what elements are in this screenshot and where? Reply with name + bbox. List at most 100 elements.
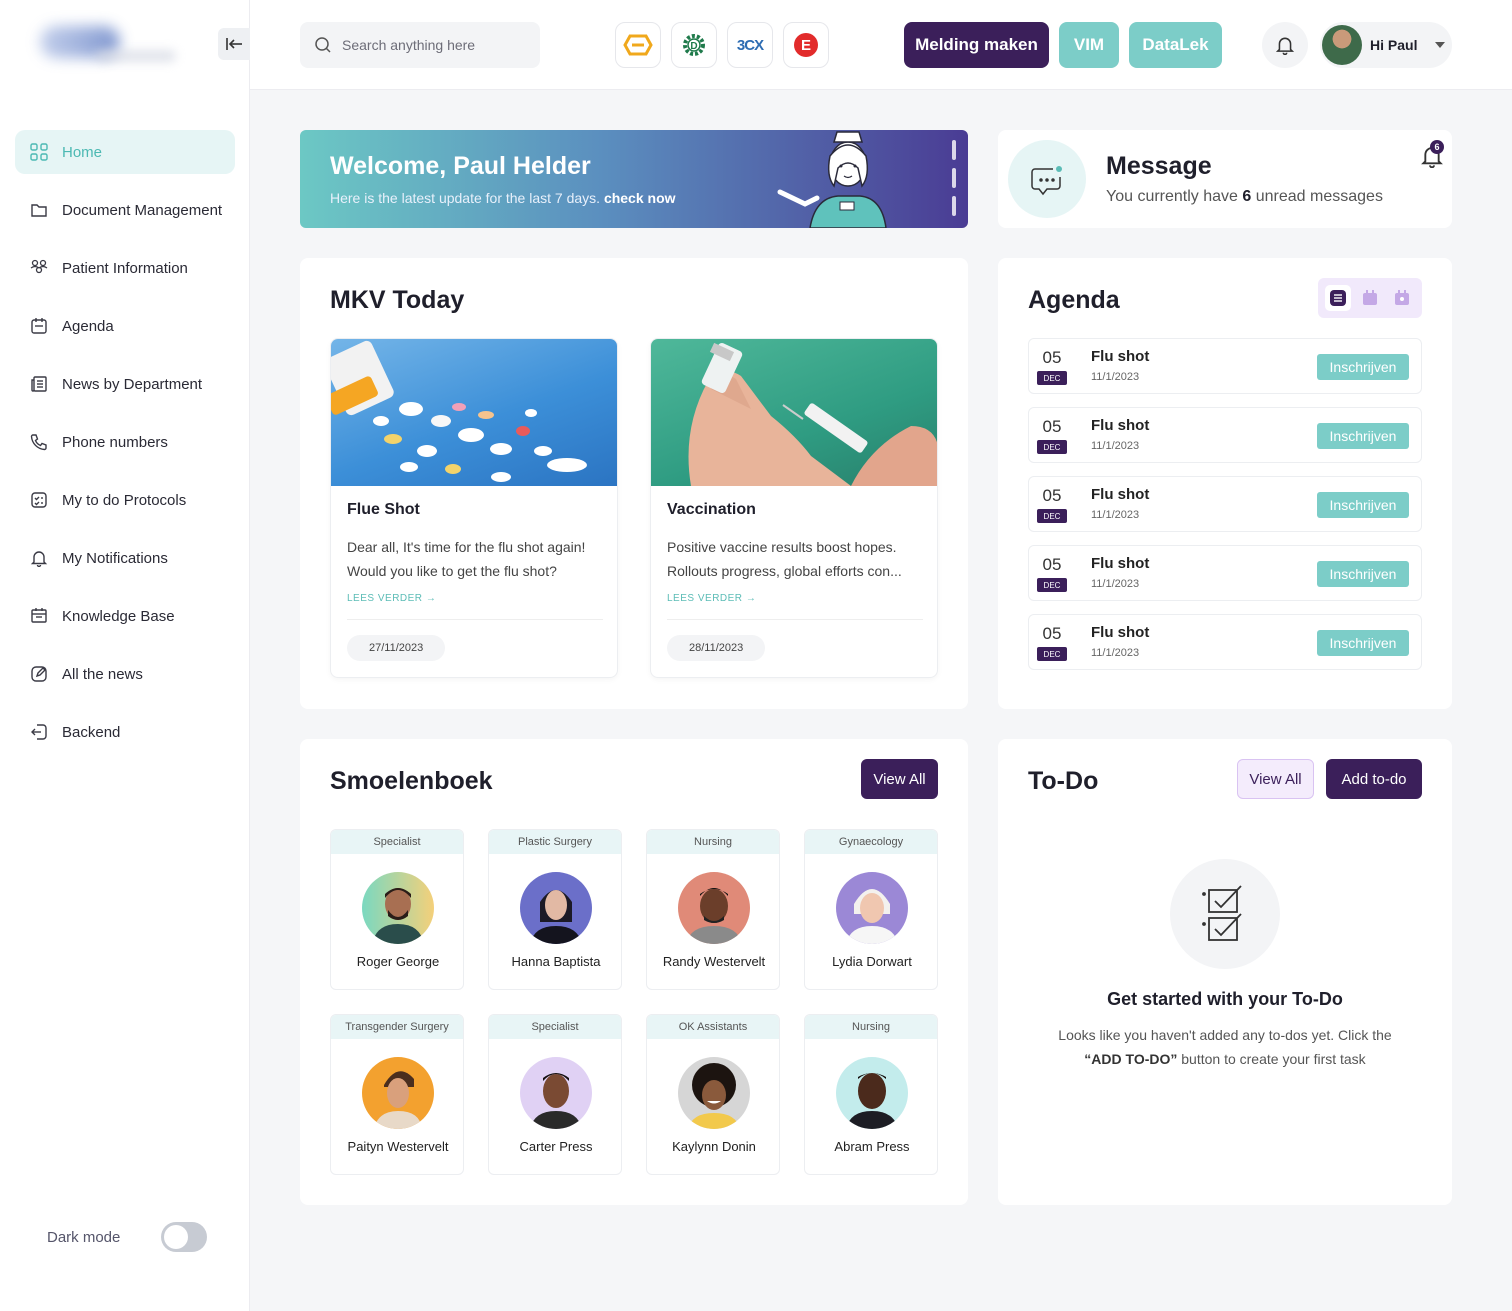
melding-maken-button[interactable]: Melding maken bbox=[904, 22, 1049, 68]
news-card-description: Dear all, It's time for the flu shot aga… bbox=[347, 539, 586, 579]
dark-mode-toggle[interactable] bbox=[161, 1222, 207, 1252]
sidebar-item-label: Knowledge Base bbox=[62, 607, 175, 625]
news-card[interactable]: Vaccination Positive vaccine results boo… bbox=[650, 338, 938, 678]
inschrijven-button[interactable]: Inschrijven bbox=[1317, 423, 1409, 449]
read-more-link[interactable]: LEES VERDER → bbox=[347, 593, 436, 604]
department-label: OK Assistants bbox=[647, 1015, 779, 1039]
e-app-icon[interactable]: E bbox=[783, 22, 829, 68]
avatar bbox=[362, 872, 434, 944]
welcome-banner: Welcome, Paul Helder Here is the latest … bbox=[300, 130, 968, 228]
agenda-event-title: Flu shot bbox=[1091, 486, 1150, 503]
dark-mode-row: Dark mode bbox=[47, 1222, 207, 1252]
agenda-event-title: Flu shot bbox=[1091, 555, 1150, 572]
sidebar-item-label: My to do Protocols bbox=[62, 491, 187, 509]
user-menu[interactable]: Hi Paul bbox=[1320, 22, 1452, 68]
sidebar-item-backend[interactable]: Backend bbox=[15, 710, 235, 754]
3cx-app-icon[interactable]: 3CX bbox=[727, 22, 773, 68]
sidebar: Home Document Management Patient Informa… bbox=[0, 0, 250, 1311]
sidebar-item-label: All the news bbox=[62, 665, 143, 683]
sidebar-item-phone-numbers[interactable]: Phone numbers bbox=[15, 420, 235, 464]
sidebar-item-news-by-department[interactable]: News by Department bbox=[15, 362, 235, 406]
notifications-button[interactable] bbox=[1262, 22, 1308, 68]
day-view-icon[interactable] bbox=[1389, 285, 1415, 311]
search-box[interactable] bbox=[300, 22, 540, 68]
person-card[interactable]: Nursing Abram Press bbox=[804, 1014, 938, 1175]
sidebar-item-document-management[interactable]: Document Management bbox=[15, 188, 235, 232]
inschrijven-button[interactable]: Inschrijven bbox=[1317, 492, 1409, 518]
search-icon bbox=[315, 37, 331, 53]
pills-image bbox=[331, 339, 617, 486]
inschrijven-button[interactable]: Inschrijven bbox=[1317, 630, 1409, 656]
avatar bbox=[836, 872, 908, 944]
datalek-button[interactable]: DataLek bbox=[1129, 22, 1222, 68]
news-card-date: 28/11/2023 bbox=[667, 635, 766, 661]
person-card[interactable]: Specialist Roger George bbox=[330, 829, 464, 990]
agenda-month: DEC bbox=[1037, 647, 1067, 661]
list-view-icon[interactable] bbox=[1325, 285, 1351, 311]
news-card-title: Flue Shot bbox=[347, 501, 420, 518]
read-more-link[interactable]: LEES VERDER → bbox=[667, 593, 756, 604]
logo[interactable] bbox=[36, 20, 176, 70]
d-gear-app-icon[interactable]: D bbox=[671, 22, 717, 68]
news-card[interactable]: Flue Shot Dear all, It's time for the fl… bbox=[330, 338, 618, 678]
agenda-month: DEC bbox=[1037, 440, 1067, 454]
grid-icon bbox=[30, 143, 48, 161]
person-card[interactable]: Nursing Randy Westervelt bbox=[646, 829, 780, 990]
view-all-button[interactable]: View All bbox=[861, 759, 938, 799]
avatar bbox=[678, 1057, 750, 1129]
avatar bbox=[1322, 25, 1362, 65]
todo-title: To-Do bbox=[1028, 767, 1099, 795]
todo-view-all-button[interactable]: View All bbox=[1237, 759, 1314, 799]
avatar bbox=[362, 1057, 434, 1129]
sidebar-item-patient-information[interactable]: Patient Information bbox=[15, 246, 235, 290]
agenda-row: 05 DEC Flu shot 11/1/2023 Inschrijven bbox=[1028, 407, 1422, 463]
person-name: Lydia Dorwart bbox=[832, 954, 912, 969]
person-name: Kaylynn Donin bbox=[672, 1139, 756, 1154]
folder-icon bbox=[30, 201, 48, 219]
avatar bbox=[520, 872, 592, 944]
agenda-day: 05 bbox=[1042, 486, 1062, 505]
agenda-title: Agenda bbox=[1028, 286, 1120, 314]
person-name: Carter Press bbox=[519, 1139, 593, 1154]
sidebar-item-my-to-do-protocols[interactable]: My to do Protocols bbox=[15, 478, 235, 522]
sidebar-item-label: News by Department bbox=[62, 375, 203, 393]
person-card[interactable]: Plastic Surgery Hanna Baptista bbox=[488, 829, 622, 990]
avatar bbox=[520, 1057, 592, 1129]
users-icon bbox=[30, 259, 48, 277]
sidebar-item-my-notifications[interactable]: My Notifications bbox=[15, 536, 235, 580]
month-view-icon[interactable] bbox=[1357, 285, 1383, 311]
check-now-link[interactable]: check now bbox=[604, 190, 676, 206]
agenda-row: 05 DEC Flu shot 11/1/2023 Inschrijven bbox=[1028, 545, 1422, 601]
sidebar-item-home[interactable]: Home bbox=[15, 130, 235, 174]
nurse-illustration bbox=[777, 131, 887, 228]
agenda-event-title: Flu shot bbox=[1091, 348, 1150, 365]
message-card: Message You currently have 6 unread mess… bbox=[998, 130, 1452, 228]
sidebar-item-label: Home bbox=[62, 143, 103, 161]
hexagon-app-icon[interactable] bbox=[615, 22, 661, 68]
vim-button[interactable]: VIM bbox=[1059, 22, 1119, 68]
inschrijven-button[interactable]: Inschrijven bbox=[1317, 354, 1409, 380]
inschrijven-button[interactable]: Inschrijven bbox=[1317, 561, 1409, 587]
agenda-event-date: 11/1/2023 bbox=[1091, 509, 1140, 521]
add-todo-button[interactable]: Add to-do bbox=[1326, 759, 1422, 799]
agenda-day: 05 bbox=[1042, 555, 1062, 574]
agenda-view-switch bbox=[1318, 278, 1422, 318]
person-card[interactable]: Gynaecology Lydia Dorwart bbox=[804, 829, 938, 990]
agenda-month: DEC bbox=[1037, 509, 1067, 523]
sidebar-item-agenda[interactable]: Agenda bbox=[15, 304, 235, 348]
arrow-right-icon: → bbox=[425, 593, 437, 604]
todo-empty-title: Get started with your To-Do bbox=[1107, 989, 1343, 1009]
collapse-sidebar-icon[interactable] bbox=[218, 28, 250, 60]
message-subtitle: You currently have 6 unread messages bbox=[1106, 188, 1383, 205]
chat-bubble-icon bbox=[1008, 140, 1086, 218]
person-card[interactable]: Transgender Surgery Paityn Westervelt bbox=[330, 1014, 464, 1175]
person-card[interactable]: OK Assistants Kaylynn Donin bbox=[646, 1014, 780, 1175]
person-card[interactable]: Specialist Carter Press bbox=[488, 1014, 622, 1175]
sidebar-item-knowledge-base[interactable]: Knowledge Base bbox=[15, 594, 235, 638]
sidebar-item-all-the-news[interactable]: All the news bbox=[15, 652, 235, 696]
department-label: Specialist bbox=[331, 830, 463, 854]
search-input[interactable] bbox=[342, 37, 532, 53]
agenda-event-title: Flu shot bbox=[1091, 624, 1150, 641]
dark-mode-label: Dark mode bbox=[47, 1228, 121, 1246]
bell-icon bbox=[1275, 37, 1295, 55]
